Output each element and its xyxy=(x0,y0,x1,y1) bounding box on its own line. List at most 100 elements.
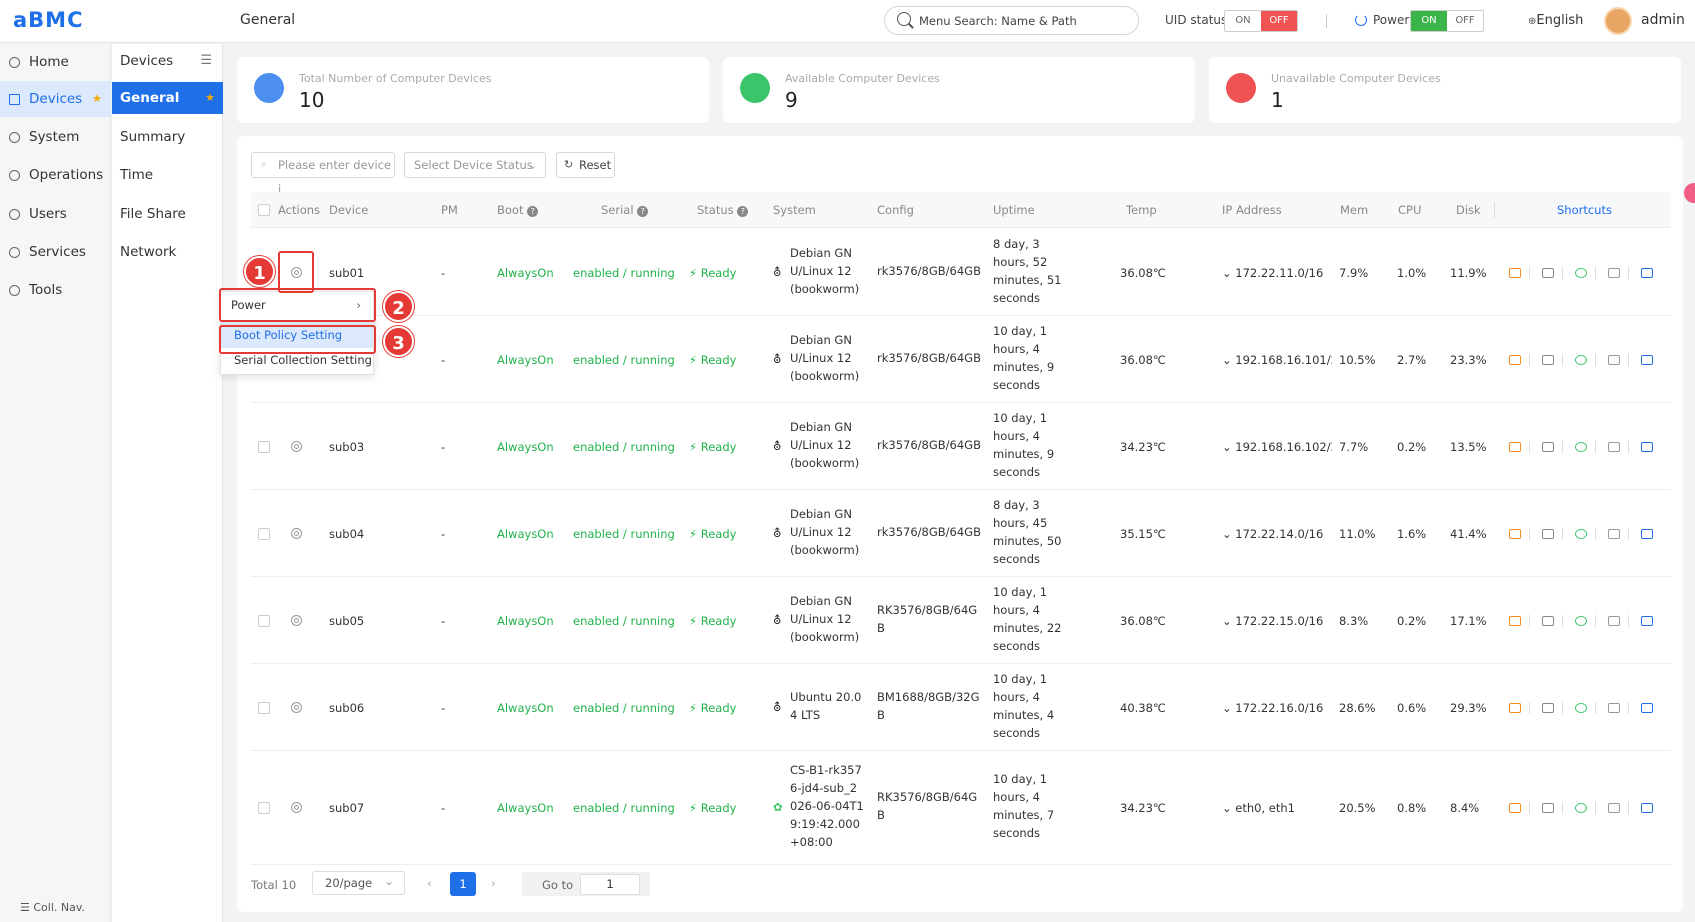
chevron-down-icon[interactable]: ⌄ xyxy=(1222,527,1235,541)
actions-gear-icon[interactable] xyxy=(291,614,302,626)
console-icon[interactable] xyxy=(1509,803,1521,813)
folder-icon[interactable] xyxy=(1608,803,1620,813)
device-name[interactable]: sub04 xyxy=(329,527,364,541)
menu-search-input[interactable]: Menu Search: Name & Path xyxy=(884,6,1139,35)
wrench-icon[interactable] xyxy=(1542,702,1554,713)
page-size-select[interactable]: 20/page ⌄ xyxy=(312,871,405,895)
reset-button[interactable]: ↻ Reset xyxy=(556,152,615,178)
chevron-down-icon[interactable]: ⌄ xyxy=(1222,801,1235,815)
row-checkbox[interactable] xyxy=(258,440,270,453)
folder-icon[interactable] xyxy=(1608,354,1620,365)
console-icon[interactable] xyxy=(1509,528,1521,539)
prev-page-button[interactable]: ‹ xyxy=(427,876,432,890)
console-icon[interactable] xyxy=(1509,354,1521,365)
floating-add-button[interactable] xyxy=(1684,183,1695,203)
help-icon[interactable]: ? xyxy=(737,206,749,217)
ip-cell[interactable]: ⌄ eth0, eth1 xyxy=(1222,801,1332,815)
user-name[interactable]: admin xyxy=(1641,12,1685,28)
folder-icon[interactable] xyxy=(1608,441,1620,452)
monitor-icon[interactable] xyxy=(1641,528,1653,539)
actions-gear-icon[interactable] xyxy=(291,440,302,452)
nav-item-operations[interactable]: Operations xyxy=(0,157,111,193)
console-icon[interactable] xyxy=(1509,441,1521,452)
gauge-icon[interactable] xyxy=(1575,615,1587,626)
row-checkbox[interactable] xyxy=(258,802,270,814)
uid-toggle[interactable]: ON OFF xyxy=(1224,10,1298,32)
chevron-down-icon[interactable]: ⌄ xyxy=(1222,614,1235,628)
monitor-icon[interactable] xyxy=(1641,803,1653,813)
power-off-option[interactable]: OFF xyxy=(1447,11,1483,31)
wrench-icon[interactable] xyxy=(1542,528,1554,539)
nav-item-services[interactable]: Services xyxy=(0,234,111,270)
collapse-menu-icon[interactable]: ☰ xyxy=(200,53,212,68)
help-icon[interactable]: ? xyxy=(527,206,539,217)
goto-page-input[interactable]: 1 xyxy=(580,874,640,895)
device-name[interactable]: sub07 xyxy=(329,801,364,815)
next-page-button[interactable]: › xyxy=(491,876,496,890)
nav-item-system[interactable]: System xyxy=(0,119,111,155)
actions-gear-icon[interactable] xyxy=(291,527,302,539)
subnav-item-time[interactable]: Time xyxy=(112,159,223,191)
star-icon[interactable]: ★ xyxy=(92,81,102,117)
row-checkbox[interactable] xyxy=(258,701,270,714)
row-checkbox[interactable] xyxy=(258,614,270,627)
console-icon[interactable] xyxy=(1509,615,1521,626)
chevron-down-icon[interactable]: ⌄ xyxy=(1222,266,1235,280)
chevron-down-icon[interactable]: ⌄ xyxy=(1222,701,1235,715)
wrench-icon[interactable] xyxy=(1542,615,1554,626)
console-icon[interactable] xyxy=(1509,702,1521,713)
monitor-icon[interactable] xyxy=(1641,267,1653,278)
chevron-down-icon[interactable]: ⌄ xyxy=(1222,353,1235,367)
device-name[interactable]: sub03 xyxy=(329,440,364,454)
monitor-icon[interactable] xyxy=(1641,354,1653,365)
ip-cell[interactable]: ⌄ 172.22.14.0/16 xyxy=(1222,527,1332,541)
avatar[interactable] xyxy=(1604,7,1632,35)
help-icon[interactable]: ? xyxy=(637,206,649,217)
actions-gear-icon[interactable] xyxy=(291,802,302,813)
device-name[interactable]: sub05 xyxy=(329,614,364,628)
wrench-icon[interactable] xyxy=(1542,354,1554,365)
console-icon[interactable] xyxy=(1509,267,1521,278)
gauge-icon[interactable] xyxy=(1575,354,1587,365)
power-toggle[interactable]: ON OFF xyxy=(1410,10,1484,32)
nav-item-home[interactable]: Home xyxy=(0,44,111,80)
uid-on-option[interactable]: ON xyxy=(1225,11,1261,31)
folder-icon[interactable] xyxy=(1608,702,1620,713)
column-header-device[interactable]: Device xyxy=(329,203,368,217)
ip-cell[interactable]: ⌄ 192.168.16.101/24 xyxy=(1222,353,1332,367)
gauge-icon[interactable] xyxy=(1575,702,1587,713)
uid-off-option[interactable]: OFF xyxy=(1261,11,1297,31)
row-checkbox[interactable] xyxy=(258,527,270,540)
device-name[interactable]: sub06 xyxy=(329,701,364,715)
subnav-item-file-share[interactable]: File Share xyxy=(112,198,223,230)
nav-item-users[interactable]: Users xyxy=(0,196,111,232)
folder-icon[interactable] xyxy=(1608,615,1620,626)
gauge-icon[interactable] xyxy=(1575,441,1587,452)
folder-icon[interactable] xyxy=(1608,528,1620,539)
ip-cell[interactable]: ⌄ 172.22.11.0/16 xyxy=(1222,266,1332,280)
gauge-icon[interactable] xyxy=(1575,803,1587,813)
wrench-icon[interactable] xyxy=(1542,803,1554,813)
chevron-down-icon[interactable]: ⌄ xyxy=(1222,440,1235,454)
subnav-item-summary[interactable]: Summary xyxy=(112,121,223,153)
power-on-option[interactable]: ON xyxy=(1411,11,1447,31)
monitor-icon[interactable] xyxy=(1641,615,1653,626)
subnav-item-network[interactable]: Network xyxy=(112,236,223,268)
wrench-icon[interactable] xyxy=(1542,267,1554,278)
folder-icon[interactable] xyxy=(1608,267,1620,278)
page-button-current[interactable]: 1 xyxy=(450,872,476,896)
gauge-icon[interactable] xyxy=(1575,528,1587,539)
ip-cell[interactable]: ⌄ 192.168.16.102/24 xyxy=(1222,440,1332,454)
nav-item-devices[interactable]: Devices ★ xyxy=(0,81,111,117)
app-logo[interactable]: aBMC xyxy=(13,8,84,32)
monitor-icon[interactable] xyxy=(1641,441,1653,452)
subnav-item-general[interactable]: General ★ xyxy=(112,82,223,114)
device-search-input[interactable]: ⌕ Please enter device i xyxy=(251,152,395,196)
wrench-icon[interactable] xyxy=(1542,441,1554,452)
device-status-select[interactable]: Select Device Status ⌄ xyxy=(404,152,546,178)
actions-gear-icon[interactable] xyxy=(291,701,302,713)
nav-item-tools[interactable]: Tools xyxy=(0,272,111,308)
ip-cell[interactable]: ⌄ 172.22.15.0/16 xyxy=(1222,614,1332,628)
star-icon[interactable]: ★ xyxy=(205,82,215,114)
collapse-nav-button[interactable]: ☰ Coll. Nav. xyxy=(20,901,85,914)
